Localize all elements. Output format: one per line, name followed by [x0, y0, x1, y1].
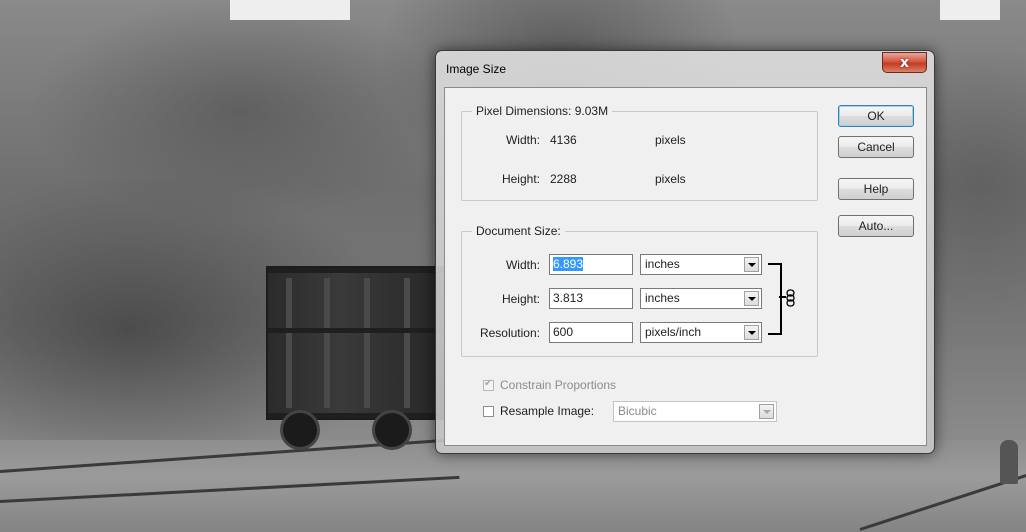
chevron-down-icon[interactable] — [744, 257, 759, 272]
pixel-width-label: Width: — [505, 133, 540, 147]
resolution-label: Resolution: — [479, 326, 540, 340]
doc-width-unit-select[interactable]: inches — [640, 254, 762, 275]
cancel-button[interactable]: Cancel — [838, 136, 914, 158]
resample-image-checkbox[interactable] — [483, 406, 494, 417]
pixel-height-value: 2288 — [550, 172, 577, 186]
person-figure — [1000, 440, 1018, 484]
auto-button[interactable]: Auto... — [838, 215, 914, 237]
image-size-dialog: Image Size x Pixel Dimensions: 9.03M Wid… — [435, 50, 935, 454]
doc-width-input[interactable]: 6.893 — [549, 254, 633, 275]
dialog-body: Pixel Dimensions: 9.03M Width: 4136 pixe… — [444, 87, 927, 446]
doc-height-unit-select[interactable]: inches — [640, 288, 762, 309]
chevron-down-icon[interactable] — [759, 404, 774, 419]
resample-method-select[interactable]: Bicubic — [613, 401, 777, 422]
close-icon: x — [899, 54, 910, 71]
document-size-legend: Document Size: — [472, 224, 565, 238]
resample-image-label: Resample Image: — [500, 404, 595, 418]
constrain-proportions-checkbox[interactable] — [483, 378, 494, 391]
help-button[interactable]: Help — [838, 178, 914, 200]
doc-width-label: Width: — [505, 258, 540, 272]
chain-link-icon — [786, 289, 795, 307]
doc-height-input[interactable]: 3.813 — [549, 288, 633, 309]
dialog-title: Image Size — [446, 62, 507, 76]
pixel-height-unit: pixels — [655, 172, 686, 186]
constrain-bracket — [768, 263, 782, 335]
pixel-width-unit: pixels — [655, 133, 686, 147]
ok-button[interactable]: OK — [838, 105, 914, 127]
doc-height-label: Height: — [501, 292, 540, 306]
chevron-down-icon[interactable] — [744, 325, 759, 340]
pixel-dimensions-legend: Pixel Dimensions: 9.03M — [472, 104, 613, 118]
pixel-dimensions-group: Pixel Dimensions: 9.03M Width: 4136 pixe… — [461, 104, 818, 201]
resolution-unit-select[interactable]: pixels/inch — [640, 322, 762, 343]
wheel — [280, 410, 320, 450]
wheel — [372, 410, 412, 450]
bracket-tick — [779, 296, 786, 298]
close-button[interactable]: x — [882, 52, 927, 73]
sky-patch — [230, 0, 350, 20]
constrain-proportions-label: Constrain Proportions — [500, 378, 617, 392]
document-size-group: Document Size: Width: 6.893 inches Heigh… — [461, 224, 818, 357]
resolution-input[interactable]: 600 — [549, 322, 633, 343]
pixel-height-label: Height: — [501, 172, 540, 186]
railway-car — [266, 266, 450, 420]
sky-patch — [940, 0, 1000, 20]
pixel-width-value: 4136 — [550, 133, 577, 147]
title-bar[interactable]: Image Size x — [436, 51, 934, 87]
pixel-dimensions-size: 9.03M — [574, 104, 609, 118]
chevron-down-icon[interactable] — [744, 291, 759, 306]
